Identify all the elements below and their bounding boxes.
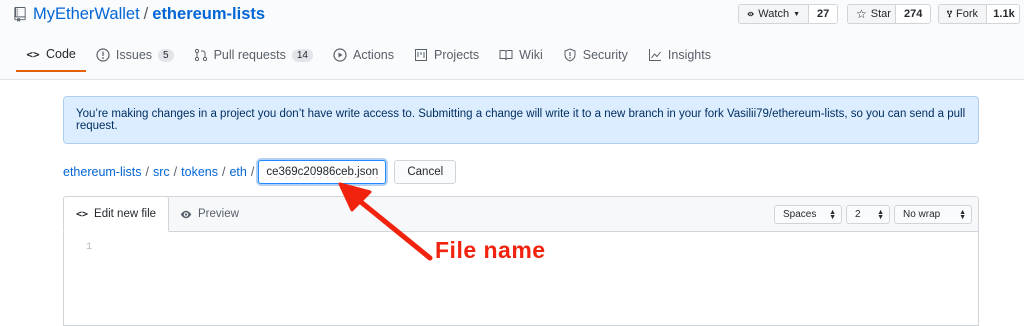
- code-icon: <>: [26, 47, 40, 61]
- fork-count[interactable]: 1.1k: [987, 5, 1019, 23]
- star-button[interactable]: ☆ Star: [848, 5, 896, 23]
- fork-icon: [947, 10, 952, 18]
- red-arrow-annotation: [338, 182, 433, 261]
- pull-requests-count: 14: [291, 48, 313, 62]
- tab-label: Insights: [667, 48, 711, 62]
- graph-icon: [648, 49, 661, 61]
- fork-button[interactable]: Fork: [939, 5, 987, 23]
- flash-message: You’re making changes in a project you d…: [76, 108, 966, 132]
- watch-label: Watch: [758, 8, 790, 20]
- repo-separator: /: [143, 5, 149, 23]
- tab-label: Issues: [115, 48, 153, 62]
- tab-actions[interactable]: Actions: [323, 38, 404, 72]
- indent-mode-value: Spaces: [783, 209, 817, 220]
- book-icon: [499, 50, 513, 61]
- indent-size-value: 2: [855, 209, 861, 220]
- breadcrumb-separator: /: [173, 165, 178, 179]
- tab-pull-requests[interactable]: Pull requests 14: [184, 38, 323, 72]
- code-icon: <>: [76, 208, 89, 220]
- wrap-mode-value: No wrap: [903, 209, 941, 220]
- shield-icon: [564, 48, 576, 62]
- fork-label: Fork: [956, 8, 978, 20]
- tab-edit-new-file[interactable]: <> Edit new file: [63, 196, 170, 232]
- tab-label: Code: [46, 47, 76, 61]
- breadcrumb-link[interactable]: eth: [229, 165, 246, 179]
- wrap-mode-select[interactable]: No wrap ▲ ▼: [894, 205, 972, 224]
- breadcrumb-link[interactable]: ethereum-lists: [63, 165, 142, 179]
- watch-group: Watch ▼ 27: [738, 4, 838, 24]
- star-group: ☆ Star 274: [847, 4, 931, 24]
- indent-mode-select[interactable]: Spaces ▲ ▼: [774, 205, 842, 224]
- breadcrumb-link[interactable]: src: [153, 165, 170, 179]
- issues-count: 5: [158, 48, 174, 62]
- star-count[interactable]: 274: [896, 5, 930, 23]
- star-icon: ☆: [856, 7, 867, 21]
- issue-icon: [96, 48, 110, 62]
- repo-nav-tabs: <> Code Issues 5 Pull requests 14 Action…: [16, 38, 721, 72]
- tab-insights[interactable]: Insights: [638, 38, 721, 72]
- play-icon: [333, 48, 347, 62]
- select-arrows-icon: ▲ ▼: [829, 208, 836, 221]
- edit-tab-label: Edit new file: [94, 208, 157, 220]
- watch-button[interactable]: Watch ▼: [739, 5, 809, 23]
- tab-label: Actions: [352, 48, 394, 62]
- indent-size-select[interactable]: 2 ▲ ▼: [846, 205, 890, 224]
- tab-label: Pull requests: [213, 48, 286, 62]
- tab-wiki[interactable]: Wiki: [489, 38, 553, 72]
- tab-issues[interactable]: Issues 5: [86, 38, 184, 72]
- eye-icon: [180, 210, 192, 218]
- select-arrows-icon: ▲ ▼: [959, 208, 966, 221]
- tab-preview[interactable]: Preview: [168, 196, 251, 232]
- tab-label: Wiki: [519, 48, 543, 62]
- file-name-annotation: File name: [435, 237, 546, 263]
- breadcrumb-separator: /: [221, 165, 226, 179]
- repo-title: MyEtherWallet / ethereum-lists: [14, 5, 265, 24]
- tab-code[interactable]: <> Code: [16, 38, 86, 72]
- editor-header: <> Edit new file Preview Spaces ▲ ▼ 2 ▲ ▼ …: [63, 196, 978, 232]
- chevron-down-icon: ▼: [793, 10, 800, 18]
- repo-name-link[interactable]: ethereum-lists: [152, 5, 265, 24]
- repo-icon: [14, 7, 26, 22]
- tab-label: Security: [582, 48, 628, 62]
- watch-count[interactable]: 27: [809, 5, 837, 23]
- breadcrumb-separator: /: [145, 165, 149, 179]
- pull-request-icon: [194, 48, 207, 62]
- tab-label: Projects: [433, 48, 480, 62]
- repo-header: MyEtherWallet / ethereum-lists Watch ▼ 2…: [0, 0, 1024, 80]
- breadcrumb-separator: /: [250, 165, 255, 179]
- fork-group: Fork 1.1k: [938, 4, 1020, 24]
- eye-icon: [747, 11, 754, 17]
- tab-security[interactable]: Security: [553, 38, 638, 72]
- breadcrumb-link[interactable]: tokens: [181, 165, 218, 179]
- tab-projects[interactable]: Projects: [404, 38, 489, 72]
- star-label: Star: [870, 8, 891, 20]
- line-number: 1: [86, 242, 93, 253]
- project-icon: [414, 49, 427, 61]
- repo-owner-link[interactable]: MyEtherWallet: [33, 5, 140, 24]
- flash-notice: You’re making changes in a project you d…: [63, 96, 979, 144]
- select-arrows-icon: ▲ ▼: [877, 208, 884, 221]
- preview-tab-label: Preview: [198, 208, 239, 220]
